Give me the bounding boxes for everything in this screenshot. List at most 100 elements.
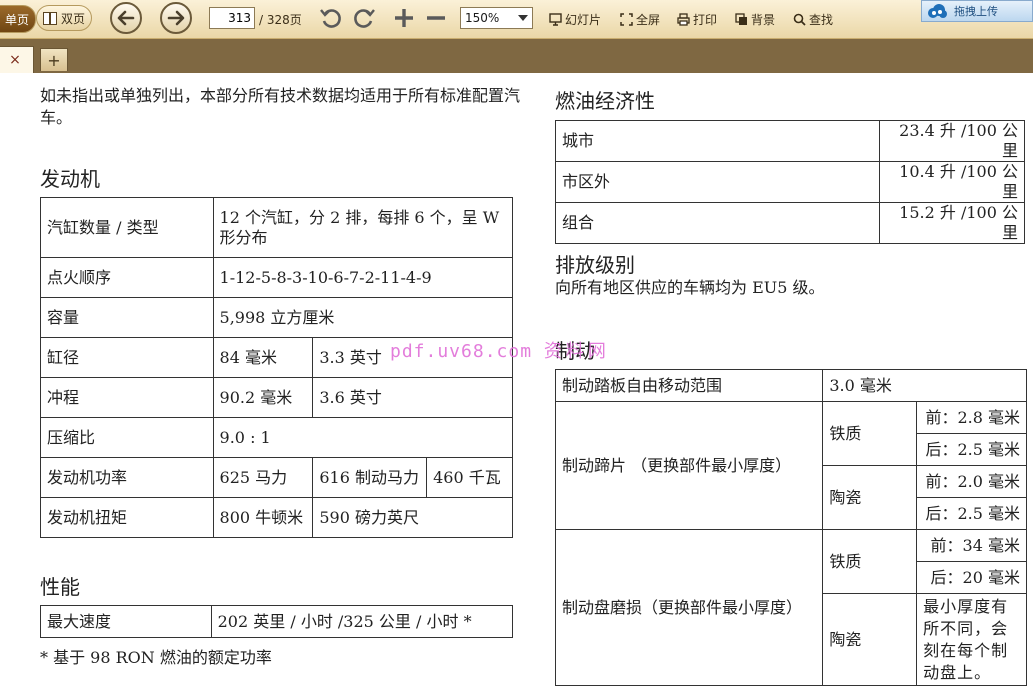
tab-bar: × + [0,39,1033,73]
previous-page-button[interactable] [110,2,142,34]
performance-footnote: * 基于 98 RON 燃油的额定功率 [40,648,272,667]
table-cell: 23.4 升 /100 公里 [879,120,1025,162]
table-row: 冲程 90.2 毫米 3.6 英寸 [40,377,513,418]
page-total: / 328页 [259,13,302,27]
rotate-left-button[interactable] [318,5,344,31]
table-cell: 202 英里 / 小时 /325 公里 / 小时 * [210,605,514,638]
emission-text: 向所有地区供应的车辆均为 EU5 级。 [555,278,825,297]
rotate-right-icon [354,9,375,28]
table-cell: 组合 [554,202,881,244]
document-tab[interactable]: × [0,46,34,73]
table-cell: 最大速度 [40,605,212,638]
table-row: 城市 23.4 升 /100 公里 [554,120,1025,162]
table-cell: 9.0 : 1 [212,417,514,458]
table-cell: 容量 [40,297,214,338]
close-icon[interactable]: × [9,52,21,68]
double-page-label: 双页 [61,11,86,26]
arrow-left-icon [117,10,135,26]
reader-toolbar: 单页 双页 / 328页 1 [0,0,1033,39]
zoom-in-button[interactable] [391,5,417,31]
table-cell: 15.2 升 /100 公里 [879,202,1025,244]
double-page-button[interactable]: 双页 [36,5,92,31]
table-row: 制动踏板自由移动范围 3.0 毫米 [554,369,1027,402]
fullscreen-button[interactable]: 全屏 [620,11,660,28]
background-label: 背景 [751,13,776,27]
cloud-icon [928,4,947,18]
rotate-left-icon [320,9,341,28]
slideshow-button[interactable]: 幻灯片 [549,11,601,28]
plus-icon: + [47,50,61,70]
table-row: 点火顺序 1-12-5-8-3-10-6-7-2-11-4-9 [40,257,514,298]
table-row: 市区外 10.4 升 /100 公里 [554,161,1025,203]
table-cell: 陶瓷 [822,465,918,530]
table-cell: 发动机扭矩 [40,497,214,538]
background-icon [735,13,747,25]
table-cell: 3.0 毫米 [822,369,1027,402]
new-tab-button[interactable]: + [40,48,68,71]
drag-upload-button[interactable]: 拖拽上传 [921,0,1033,22]
performance-table: 最大速度 202 英里 / 小时 /325 公里 / 小时 * [40,605,514,638]
table-cell: 发动机功率 [40,457,214,498]
table-cell: 制动盘磨损（更换部件最小厚度） [554,529,824,686]
zoom-select[interactable]: 150% [460,7,533,29]
slideshow-icon [549,13,562,26]
table-cell: 616 制动马力 [312,457,428,498]
background-button[interactable]: 背景 [735,11,775,28]
table-cell: 市区外 [554,161,881,203]
fullscreen-icon [620,13,633,26]
print-button[interactable]: 打印 [677,11,717,28]
document-page: 如未指出或单独列出，本部分所有技术数据均适用于所有标准配置汽车。 发动机 汽缸数… [0,73,1033,691]
printer-icon [677,13,690,26]
table-cell: 后：20 毫米 [916,561,1027,594]
table-cell: 后：2.5 毫米 [916,433,1027,466]
book-icon [43,11,57,25]
table-cell: 点火顺序 [40,257,214,298]
single-page-button[interactable]: 单页 [0,5,36,33]
emission-heading: 排放级别 [555,253,635,277]
table-row: 发动机扭矩 800 牛顿米 590 磅力英尺 [40,497,513,538]
table-cell: 制动踏板自由移动范围 [554,369,824,402]
plus-icon [395,9,413,27]
rotate-right-button[interactable] [351,5,377,31]
fuel-table: 城市 23.4 升 /100 公里 市区外 10.4 升 /100 公里 组合 … [554,120,1025,244]
table-cell: 84 毫米 [212,337,314,378]
arrow-right-icon [167,10,185,26]
table-row: 组合 15.2 升 /100 公里 [554,202,1025,244]
table-cell: 制动蹄片 （更换部件最小厚度） [554,401,824,530]
table-cell: 压缩比 [40,417,214,458]
table-cell: 800 牛顿米 [212,497,314,538]
table-cell: 590 磅力英尺 [312,497,513,538]
intro-text: 如未指出或单独列出，本部分所有技术数据均适用于所有标准配置汽车。 [40,86,521,127]
table-cell: 缸径 [40,337,214,378]
table-cell: 后：2.5 毫米 [916,497,1027,530]
brake-table: 制动踏板自由移动范围 3.0 毫米 制动蹄片 （更换部件最小厚度） 铁质 前：2… [554,369,1027,686]
table-cell: 铁质 [822,529,918,594]
performance-heading: 性能 [40,575,80,599]
zoom-out-button[interactable] [423,5,449,31]
table-cell: 5,998 立方厘米 [212,297,514,338]
table-cell: 625 马力 [212,457,314,498]
table-cell: 460 千瓦 [426,457,513,498]
watermark: pdf.uv68.com 资料网 [390,337,610,363]
table-row: 汽缸数量 / 类型 12 个汽缸，分 2 排，每排 6 个，呈 W 形分布 [40,197,514,258]
table-row: 制动蹄片 （更换部件最小厚度） 铁质 前：2.8 毫米 [554,401,1027,530]
upload-label: 拖拽上传 [954,5,998,18]
next-page-button[interactable] [160,2,192,34]
table-cell: 冲程 [40,377,214,418]
table-row: 制动盘磨损（更换部件最小厚度） 铁质 前：34 毫米 [554,529,1027,686]
table-cell: 前：2.8 毫米 [916,401,1027,434]
table-row: 容量 5,998 立方厘米 [40,297,514,338]
engine-heading: 发动机 [40,167,100,191]
watermark-text: 资料网 [543,341,610,362]
table-cell: 1-12-5-8-3-10-6-7-2-11-4-9 [212,257,514,298]
single-page-label: 单页 [4,12,29,27]
find-label: 查找 [809,13,834,27]
find-button[interactable]: 查找 [793,11,833,28]
zoom-value: 150% [465,11,500,25]
chevron-down-icon [518,15,528,21]
table-cell: 城市 [554,120,881,162]
minus-icon [427,16,445,20]
table-cell: 3.6 英寸 [312,377,513,418]
table-row: 压缩比 9.0 : 1 [40,417,514,458]
page-number-input[interactable] [209,7,255,29]
